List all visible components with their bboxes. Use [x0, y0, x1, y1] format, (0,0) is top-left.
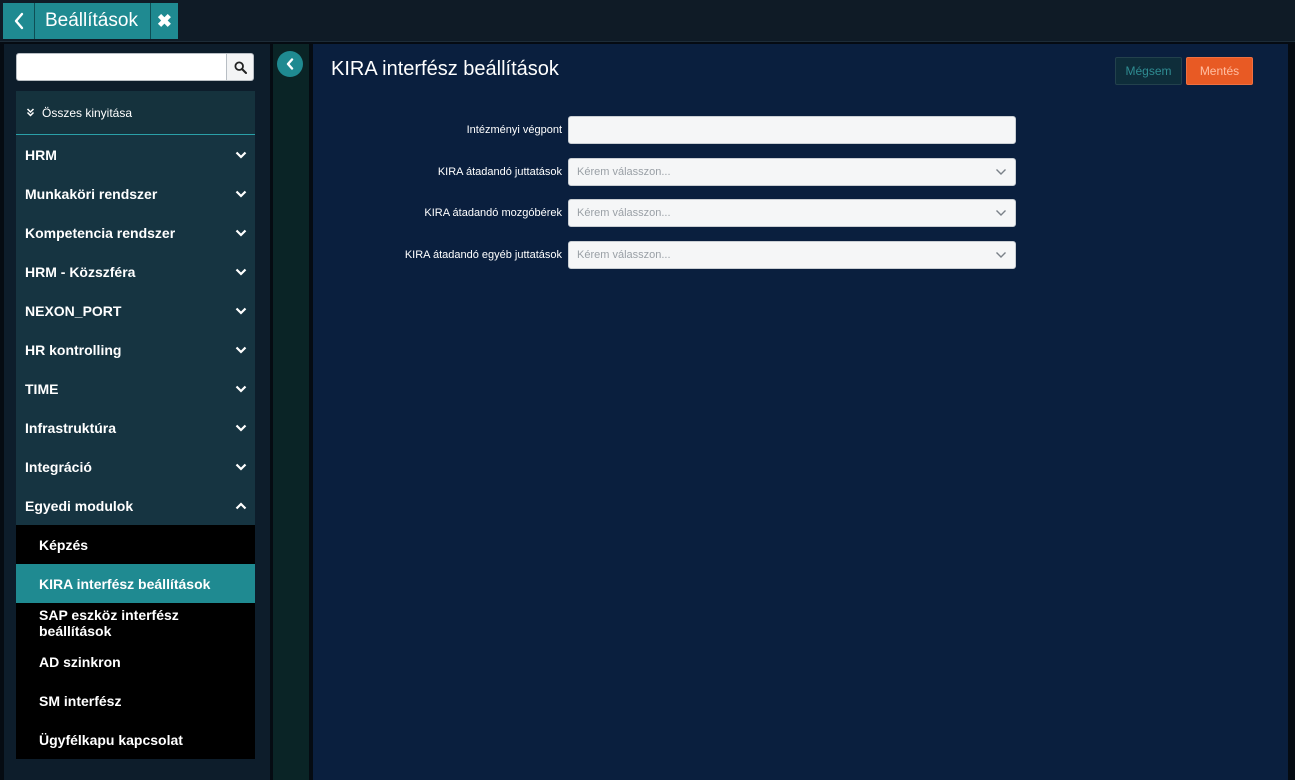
intezmenyi-vegpont-input[interactable] [569, 117, 1015, 143]
sidebar-subitem-kepzes[interactable]: Képzés [16, 525, 255, 564]
field-label: KIRA átadandó egyéb juttatások [404, 249, 562, 261]
form-row-intezmenyi-vegpont: Intézményi végpont [313, 116, 1016, 144]
sidebar-item-time[interactable]: TIME [16, 369, 255, 408]
sidebar-item-hrm-kozszfera[interactable]: HRM - Közszféra [16, 252, 255, 291]
kira-egyeb-juttatasok-select[interactable]: Kérem válasszon... [568, 241, 1016, 269]
sidebar-item-label: HRM [25, 146, 57, 163]
sidebar-item-label: Munkaköri rendszer [25, 185, 158, 202]
chevron-down-icon [235, 229, 247, 237]
sidebar-item-egyedi-modulok[interactable]: Egyedi modulok [16, 486, 255, 525]
sidebar-subitem-label: AD szinkron [39, 653, 121, 670]
sidebar-subitem-label: KIRA interfész beállítások [39, 575, 211, 592]
chevron-down-icon [235, 463, 247, 471]
chevron-down-icon [235, 307, 247, 315]
chevron-left-icon [286, 58, 294, 70]
form-row-kira-mozgoberek: KIRA átadandó mozgóbérek Kérem válasszon… [313, 199, 1016, 227]
chevron-down-icon [235, 385, 247, 393]
sidebar-item-label: Integráció [25, 458, 92, 475]
kira-mozgoberek-select[interactable]: Kérem válasszon... [568, 199, 1016, 227]
intezmenyi-vegpont-wrapper [568, 116, 1016, 144]
sidebar-subitem-label: SAP eszköz interfész beállítások [39, 606, 179, 639]
sidebar-item-kompetencia-rendszer[interactable]: Kompetencia rendszer [16, 213, 255, 252]
chevron-down-icon [235, 424, 247, 432]
sidebar-item-label: TIME [25, 380, 59, 397]
form-row-kira-juttatasok: KIRA átadandó juttatások Kérem válasszon… [313, 158, 1016, 186]
sidebar-item-label: HR kontrolling [25, 341, 122, 358]
chevron-down-icon [235, 346, 247, 354]
sidebar-subitem-label: Képzés [39, 536, 89, 553]
settings-tab[interactable]: Beállítások ✖ [3, 3, 178, 39]
double-chevron-down-icon [26, 108, 42, 117]
form-row-kira-egyeb-juttatasok: KIRA átadandó egyéb juttatások Kérem vál… [313, 241, 1016, 269]
chevron-down-icon [995, 246, 1007, 264]
search-icon [233, 60, 247, 74]
sidebar-item-label: NEXON_PORT [25, 302, 122, 319]
sidebar-subitem-ugyfelkapu-kapcsolat[interactable]: Ügyfélkapu kapcsolat [16, 720, 255, 759]
sidebar-item-munkakori-rendszer[interactable]: Munkaköri rendszer [16, 174, 255, 213]
select-placeholder: Kérem válasszon... [577, 249, 671, 261]
sidebar-item-label: Kompetencia rendszer [25, 224, 176, 241]
chevron-up-icon [235, 501, 247, 510]
sidebar-menu: Összes kinyitása HRM Munkaköri rendszer … [16, 91, 255, 759]
select-placeholder: Kérem válasszon... [577, 166, 671, 178]
sidebar-subitem-ad-szinkron[interactable]: AD szinkron [16, 642, 255, 681]
search-bar [16, 53, 254, 81]
field-label: KIRA átadandó mozgóbérek [424, 207, 562, 219]
sidebar-subitem-label: SM interfész [39, 692, 122, 709]
sidebar-item-label: Infrastruktúra [25, 419, 117, 436]
kira-juttatasok-select[interactable]: Kérem válasszon... [568, 158, 1016, 186]
expand-all-button[interactable]: Összes kinyitása [16, 91, 255, 135]
sidebar-item-label: HRM - Közszféra [25, 263, 136, 280]
tab-title: Beállítások [35, 3, 151, 39]
egyedi-modulok-submenu: Képzés KIRA interfész beállítások SAP es… [16, 525, 255, 759]
sidebar-collapse-strip [273, 44, 309, 780]
cancel-button[interactable]: Mégsem [1115, 57, 1182, 85]
page-title: KIRA interfész beállítások [331, 58, 559, 80]
sidebar: Összes kinyitása HRM Munkaköri rendszer … [4, 44, 270, 780]
sidebar-subitem-sap-eszkoz-interfesz-beallitasok[interactable]: SAP eszköz interfész beállítások [16, 603, 255, 642]
sidebar-subitem-label: Ügyfélkapu kapcsolat [39, 731, 183, 748]
main-panel: KIRA interfész beállítások Mégsem Mentés… [313, 44, 1288, 780]
close-tab-button[interactable]: ✖ [151, 3, 178, 39]
back-button[interactable] [3, 3, 35, 39]
select-placeholder: Kérem válasszon... [577, 207, 671, 219]
search-input[interactable] [16, 53, 227, 81]
search-button[interactable] [227, 53, 254, 81]
chevron-down-icon [235, 268, 247, 276]
top-bar: Beállítások ✖ [0, 0, 1295, 42]
sidebar-item-nexon-port[interactable]: NEXON_PORT [16, 291, 255, 330]
save-button[interactable]: Mentés [1186, 57, 1253, 85]
chevron-down-icon [995, 204, 1007, 222]
sidebar-item-hrm[interactable]: HRM [16, 135, 255, 174]
field-label: Intézményi végpont [466, 124, 562, 136]
sidebar-item-integracio[interactable]: Integráció [16, 447, 255, 486]
sidebar-item-hr-kontrolling[interactable]: HR kontrolling [16, 330, 255, 369]
chevron-down-icon [995, 163, 1007, 181]
chevron-left-icon [14, 12, 23, 30]
chevron-down-icon [235, 151, 247, 159]
sidebar-item-infrastruktura[interactable]: Infrastruktúra [16, 408, 255, 447]
expand-all-label: Összes kinyitása [42, 105, 133, 120]
close-icon: ✖ [156, 10, 173, 31]
collapse-sidebar-button[interactable] [277, 51, 303, 77]
sidebar-subitem-kira-interfesz-beallitasok[interactable]: KIRA interfész beállítások [16, 564, 255, 603]
sidebar-item-label: Egyedi modulok [25, 497, 134, 514]
sidebar-subitem-sm-interfesz[interactable]: SM interfész [16, 681, 255, 720]
chevron-down-icon [235, 190, 247, 198]
field-label: KIRA átadandó juttatások [437, 166, 562, 178]
